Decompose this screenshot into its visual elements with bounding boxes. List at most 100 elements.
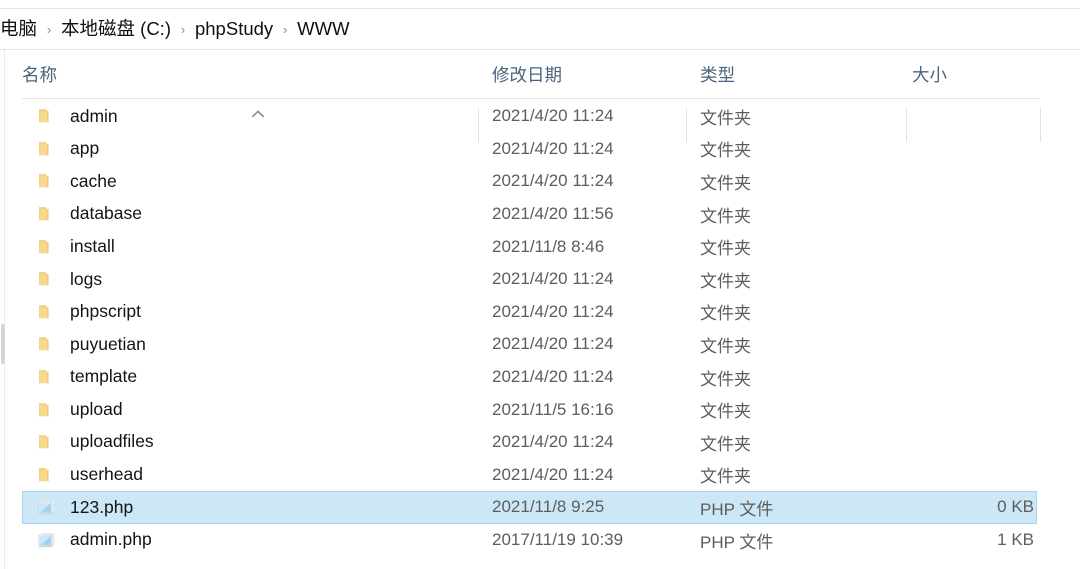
file-row[interactable]: app 2021/4/20 11:24 文件夹: [6, 133, 1080, 166]
breadcrumb-item[interactable]: phpStudy: [191, 18, 277, 41]
file-row[interactable]: cache 2021/4/20 11:24 文件夹: [6, 165, 1080, 198]
file-name-cell[interactable]: install: [6, 236, 478, 258]
php-file-icon: [36, 496, 58, 518]
column-header-type[interactable]: 类型: [700, 50, 906, 99]
column-header-date[interactable]: 修改日期: [492, 50, 692, 99]
file-name-label: logs: [70, 268, 103, 289]
file-name-cell[interactable]: admin.php: [6, 529, 478, 551]
file-type-cell: 文件夹: [700, 141, 751, 161]
folder-icon: [36, 236, 58, 258]
file-name-cell[interactable]: uploadfiles: [6, 431, 478, 453]
file-name-cell[interactable]: puyuetian: [6, 333, 478, 355]
folder-icon: [36, 399, 58, 421]
breadcrumb-item[interactable]: WWW: [293, 18, 353, 41]
file-type-cell: 文件夹: [700, 108, 751, 128]
file-row[interactable]: template 2021/4/20 11:24 文件夹: [6, 361, 1080, 394]
folder-icon: [36, 105, 58, 127]
file-row[interactable]: admin.php 2017/11/19 10:39 PHP 文件 1 KB: [6, 524, 1080, 557]
file-list[interactable]: admin 2021/4/20 11:24 文件夹 app 2021/4/20 11:2…: [6, 100, 1080, 569]
file-type-cell: 文件夹: [700, 434, 751, 454]
column-header-date-label: 修改日期: [492, 65, 562, 85]
file-type-cell: 文件夹: [700, 173, 751, 193]
column-header-size[interactable]: 大小: [912, 50, 1040, 99]
file-type-cell: 文件夹: [700, 239, 751, 259]
file-type-cell: 文件夹: [700, 402, 751, 422]
column-header-row: 名称 修改日期 类型 大小: [6, 50, 1080, 142]
folder-icon: [36, 203, 58, 225]
file-name-label: database: [70, 203, 143, 224]
file-type-cell: 文件夹: [700, 467, 751, 487]
folder-icon: [36, 170, 58, 192]
file-name-cell[interactable]: database: [6, 203, 478, 225]
file-name-cell[interactable]: cache: [6, 170, 478, 192]
breadcrumb-item[interactable]: 本地磁盘 (C:): [57, 18, 175, 41]
file-date-cell: 2021/4/20 11:24: [492, 301, 614, 321]
breadcrumb[interactable]: 电脑 › 本地磁盘 (C:) › phpStudy › WWW: [0, 18, 354, 41]
folder-icon: [36, 301, 58, 323]
file-date-cell: 2021/4/20 11:56: [492, 204, 614, 224]
file-type-cell: 文件夹: [700, 304, 751, 324]
column-header-name[interactable]: 名称: [22, 50, 478, 99]
file-row[interactable]: phpscript 2021/4/20 11:24 文件夹: [6, 296, 1080, 329]
file-date-cell: 2017/11/19 10:39: [492, 530, 624, 550]
file-name-label: phpscript: [70, 301, 142, 322]
file-size-cell: 1 KB: [997, 530, 1034, 550]
file-type-cell: PHP 文件: [700, 499, 774, 519]
file-name-cell[interactable]: upload: [6, 399, 478, 421]
file-name-cell[interactable]: app: [6, 138, 478, 160]
file-row[interactable]: uploadfiles 2021/4/20 11:24 文件夹: [6, 426, 1080, 459]
file-date-cell: 2021/11/8 8:46: [492, 236, 605, 256]
file-name-label: uploadfiles: [70, 431, 154, 452]
file-date-cell: 2021/4/20 11:24: [492, 464, 614, 484]
folder-icon: [36, 431, 58, 453]
folder-icon: [36, 366, 58, 388]
file-name-label: admin: [70, 105, 118, 126]
file-row[interactable]: 123.php 2021/11/8 9:25 PHP 文件 0 KB: [6, 491, 1080, 524]
file-explorer-window: 电脑 › 本地磁盘 (C:) › phpStudy › WWW 名称 修改日期 类型 大小 …: [0, 0, 1080, 569]
navigation-pane-scrollbar-thumb[interactable]: [1, 324, 5, 364]
file-name-label: template: [70, 366, 138, 387]
file-type-cell: 文件夹: [700, 369, 751, 389]
file-type-cell: 文件夹: [700, 336, 751, 356]
folder-icon: [36, 138, 58, 160]
file-type-cell: 文件夹: [700, 271, 751, 291]
breadcrumb-separator-icon: ›: [283, 21, 288, 37]
file-row[interactable]: userhead 2021/4/20 11:24 文件夹: [6, 459, 1080, 492]
file-date-cell: 2021/4/20 11:24: [492, 367, 614, 387]
file-row[interactable]: puyuetian 2021/4/20 11:24 文件夹: [6, 328, 1080, 361]
column-header-underline: [22, 98, 1040, 99]
file-row[interactable]: upload 2021/11/5 16:16 文件夹: [6, 393, 1080, 426]
column-header-name-label: 名称: [22, 65, 57, 85]
file-name-cell[interactable]: phpscript: [6, 301, 478, 323]
file-date-cell: 2021/4/20 11:24: [492, 171, 614, 191]
breadcrumb-item[interactable]: 电脑: [0, 18, 41, 41]
file-name-label: admin.php: [70, 529, 152, 550]
file-date-cell: 2021/4/20 11:24: [492, 106, 614, 126]
breadcrumb-separator-icon: ›: [46, 21, 52, 37]
address-bar[interactable]: 电脑 › 本地磁盘 (C:) › phpStudy › WWW: [0, 9, 1080, 49]
file-row[interactable]: logs 2021/4/20 11:24 文件夹: [6, 263, 1080, 296]
folder-icon: [36, 333, 58, 355]
breadcrumb-separator-icon: ›: [180, 21, 186, 37]
file-type-cell: PHP 文件: [700, 532, 774, 552]
file-name-label: userhead: [70, 464, 143, 485]
file-row[interactable]: install 2021/11/8 8:46 文件夹: [6, 230, 1080, 263]
file-name-cell[interactable]: template: [6, 366, 478, 388]
navigation-pane-divider: [4, 50, 5, 569]
file-name-label: 123.php: [70, 496, 134, 517]
file-name-label: install: [70, 235, 115, 256]
folder-icon: [36, 464, 58, 486]
file-row[interactable]: database 2021/4/20 11:56 文件夹: [6, 198, 1080, 231]
file-name-cell[interactable]: 123.php: [6, 496, 478, 518]
file-name-label: app: [70, 138, 100, 159]
file-name-cell[interactable]: admin: [6, 105, 478, 127]
file-name-cell[interactable]: logs: [6, 268, 478, 290]
file-date-cell: 2021/11/8 9:25: [492, 497, 605, 517]
file-name-label: upload: [70, 398, 123, 419]
column-header-type-label: 类型: [700, 65, 735, 85]
file-name-label: puyuetian: [70, 333, 146, 354]
file-date-cell: 2021/11/5 16:16: [492, 399, 614, 419]
file-name-cell[interactable]: userhead: [6, 464, 478, 486]
file-row[interactable]: admin 2021/4/20 11:24 文件夹: [6, 100, 1080, 133]
file-size-cell: 0 KB: [997, 497, 1034, 517]
